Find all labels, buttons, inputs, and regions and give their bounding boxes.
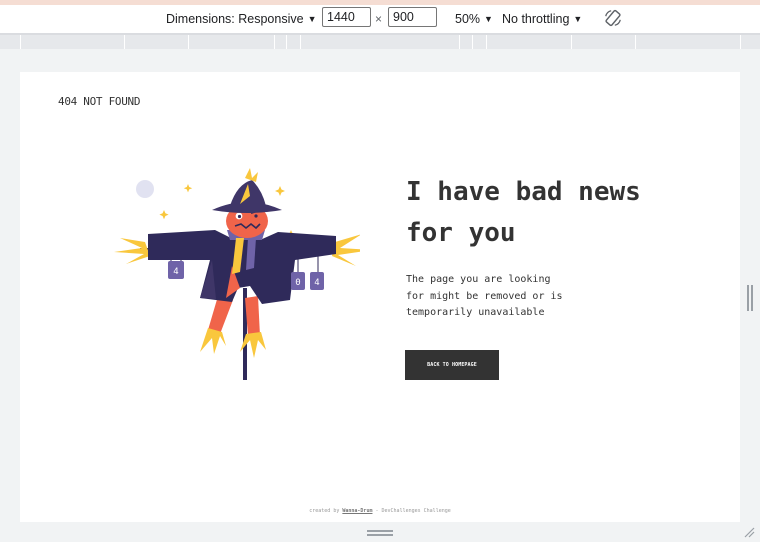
throttling-dropdown[interactable]: No throttling ▼	[502, 5, 582, 33]
sign-right-digit-a: 0	[295, 278, 300, 288]
dimensions-label: Dimensions: Responsive	[166, 12, 304, 26]
width-input[interactable]	[322, 7, 371, 27]
description-line: The page you are looking	[406, 274, 551, 285]
caret-down-icon: ▼	[573, 14, 583, 24]
rotate-icon[interactable]	[602, 8, 624, 28]
credit-suffix: - DevChallenges Challenge	[375, 508, 451, 514]
brand-logo[interactable]: 404 NOT FOUND	[58, 95, 141, 108]
headline-line: for you	[406, 218, 516, 248]
caret-down-icon: ▼	[307, 14, 317, 24]
footer-credit: created by Wanna-Drum - DevChallenges Ch…	[20, 508, 740, 514]
page-headline: I have bad news for you	[406, 172, 706, 254]
sign-right-digit-b: 4	[314, 278, 319, 288]
zoom-label: 50%	[455, 12, 481, 26]
description-line: for might be removed or is	[406, 290, 563, 302]
zoom-dropdown[interactable]: 50% ▼	[455, 5, 493, 33]
page-viewport: 404 NOT FOUND 4 0 4 I have bad news for …	[20, 72, 740, 522]
credit-prefix: created by	[309, 508, 340, 514]
times-symbol: ×	[375, 12, 383, 26]
height-input[interactable]	[388, 7, 437, 27]
scarecrow-illustration: 4 0 4	[114, 168, 360, 380]
description-line: temporarily unavailable	[406, 307, 545, 318]
resize-corner-icon[interactable]	[743, 526, 755, 538]
sign-left-digit: 4	[173, 267, 178, 277]
device-toolbar: Dimensions: Responsive ▼ × 50% ▼ No thro…	[0, 5, 760, 34]
error-description: The page you are looking for might be re…	[406, 272, 566, 322]
credit-author-link[interactable]: Wanna-Drum	[342, 508, 372, 514]
dimensions-dropdown[interactable]: Dimensions: Responsive ▼	[166, 5, 316, 33]
caret-down-icon: ▼	[484, 14, 493, 24]
back-to-homepage-button[interactable]: BACK TO HOMEPAGE	[405, 350, 499, 380]
media-query-ruler	[0, 33, 760, 49]
throttling-label: No throttling	[502, 12, 570, 26]
resize-handle-bottom[interactable]	[367, 530, 393, 536]
resize-handle-right[interactable]	[747, 285, 753, 311]
headline-line: I have bad news	[406, 177, 641, 207]
